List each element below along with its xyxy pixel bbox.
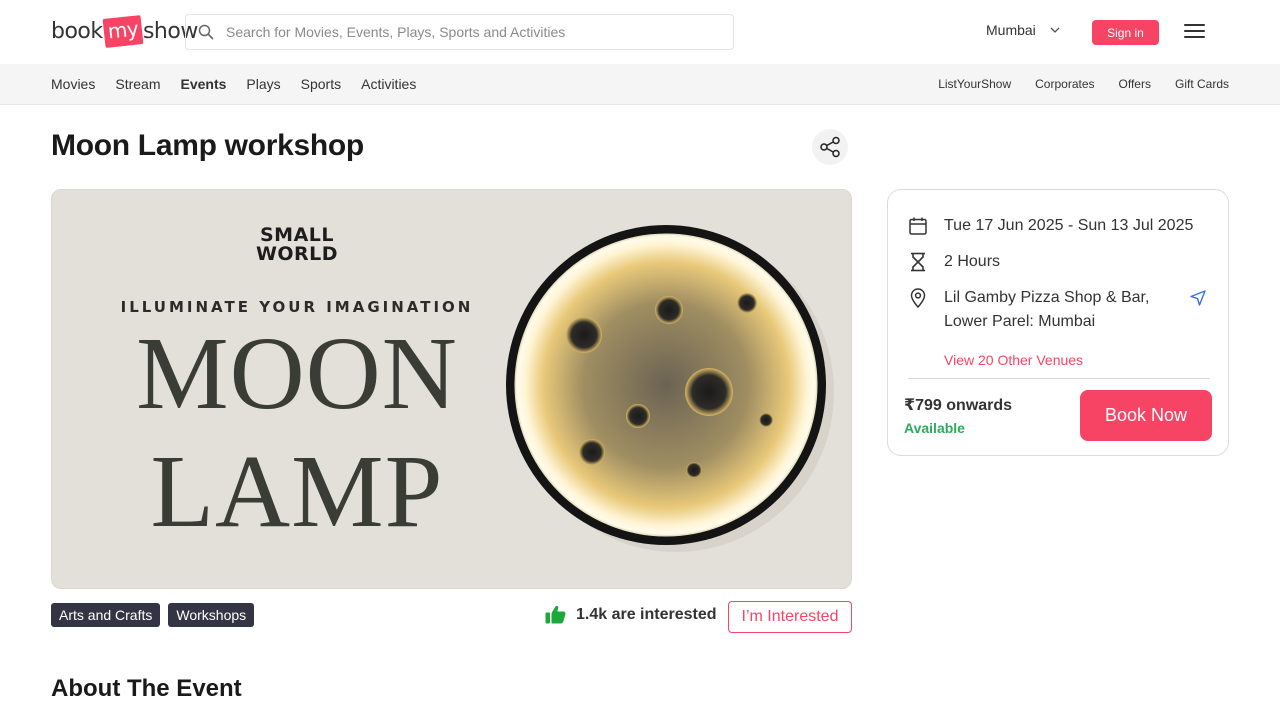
nav-offers[interactable]: Offers xyxy=(1119,77,1151,91)
nav-corporates[interactable]: Corporates xyxy=(1035,77,1094,91)
interest-count-text: 1.4k are interested xyxy=(576,605,717,623)
nav-right: ListYourShow Corporates Offers Gift Card… xyxy=(914,77,1229,91)
bookmyshow-logo[interactable]: book my show xyxy=(51,14,198,48)
view-other-venues-link[interactable]: View 20 Other Venues xyxy=(944,352,1083,368)
event-dates-row: Tue 17 Jun 2025 - Sun 13 Jul 2025 xyxy=(908,214,1193,238)
venue-line-1: Lil Gamby Pizza Shop & Bar, xyxy=(944,289,1150,306)
interest-count: 1.4k are interested xyxy=(545,605,717,624)
event-dates: Tue 17 Jun 2025 - Sun 13 Jul 2025 xyxy=(944,217,1194,234)
event-venue[interactable]: Lil Gamby Pizza Shop & Bar, Lower Parel:… xyxy=(944,286,1149,334)
search-icon xyxy=(198,24,214,40)
nav-movies[interactable]: Movies xyxy=(51,76,95,92)
book-now-button[interactable]: Book Now xyxy=(1080,390,1212,441)
event-tags: Arts and Crafts Workshops xyxy=(51,603,262,627)
price-label: ₹799 onwards xyxy=(904,397,1013,414)
sign-in-button[interactable]: Sign in xyxy=(1092,20,1159,45)
category-nav: Movies Stream Events Plays Sports Activi… xyxy=(0,64,1280,105)
event-banner: SMALL WORLD ILLUMINATE YOUR IMAGINATION … xyxy=(51,189,852,589)
location-pin-icon xyxy=(908,286,928,310)
navigation-arrow-icon[interactable] xyxy=(1190,290,1206,306)
share-button[interactable] xyxy=(812,129,848,165)
about-event-heading: About The Event xyxy=(51,675,242,702)
event-venue-row: Lil Gamby Pizza Shop & Bar, Lower Parel:… xyxy=(908,286,1149,334)
venue-line-2: Lower Parel: Mumbai xyxy=(944,313,1096,330)
availability-status: Available xyxy=(904,420,965,436)
tag-arts-and-crafts[interactable]: Arts and Crafts xyxy=(51,603,161,627)
search-input[interactable] xyxy=(226,24,706,40)
booking-card: Tue 17 Jun 2025 - Sun 13 Jul 2025 2 Hour… xyxy=(887,189,1229,456)
search-bar[interactable] xyxy=(185,14,734,50)
thumbs-up-icon xyxy=(545,605,566,624)
event-duration: 2 Hours xyxy=(944,253,1001,270)
logo-text-book: book xyxy=(51,18,103,44)
city-label: Mumbai xyxy=(986,22,1036,38)
im-interested-button[interactable]: I’m Interested xyxy=(728,601,852,633)
tag-workshops[interactable]: Workshops xyxy=(168,603,255,627)
hourglass-icon xyxy=(908,250,928,274)
banner-tagline: ILLUMINATE YOUR IMAGINATION xyxy=(120,298,474,316)
event-duration-row: 2 Hours xyxy=(908,250,1000,274)
hamburger-icon[interactable] xyxy=(1184,23,1206,39)
moon-lamp-image xyxy=(506,225,834,552)
nav-stream[interactable]: Stream xyxy=(115,76,160,92)
nav-plays[interactable]: Plays xyxy=(246,76,280,92)
nav-gift-cards[interactable]: Gift Cards xyxy=(1175,77,1229,91)
banner-word-lamp: LAMP xyxy=(150,434,444,549)
logo-text-my: my xyxy=(102,14,144,48)
nav-left: Movies Stream Events Plays Sports Activi… xyxy=(51,76,436,92)
nav-listyourshow[interactable]: ListYourShow xyxy=(938,77,1011,91)
share-icon xyxy=(820,136,840,158)
nav-sports[interactable]: Sports xyxy=(301,76,341,92)
banner-word-moon: MOON xyxy=(136,316,458,431)
card-divider xyxy=(908,378,1210,379)
chevron-down-icon xyxy=(1050,27,1060,33)
small-world-logo: SMALL WORLD xyxy=(255,224,339,265)
calendar-icon xyxy=(908,214,928,238)
city-selector[interactable]: Mumbai xyxy=(986,22,1060,38)
event-title: Moon Lamp workshop xyxy=(51,129,364,162)
top-header: bookmyshow Mumbai Sign in xyxy=(0,0,1280,64)
nav-activities[interactable]: Activities xyxy=(361,76,416,92)
nav-events[interactable]: Events xyxy=(180,76,226,92)
